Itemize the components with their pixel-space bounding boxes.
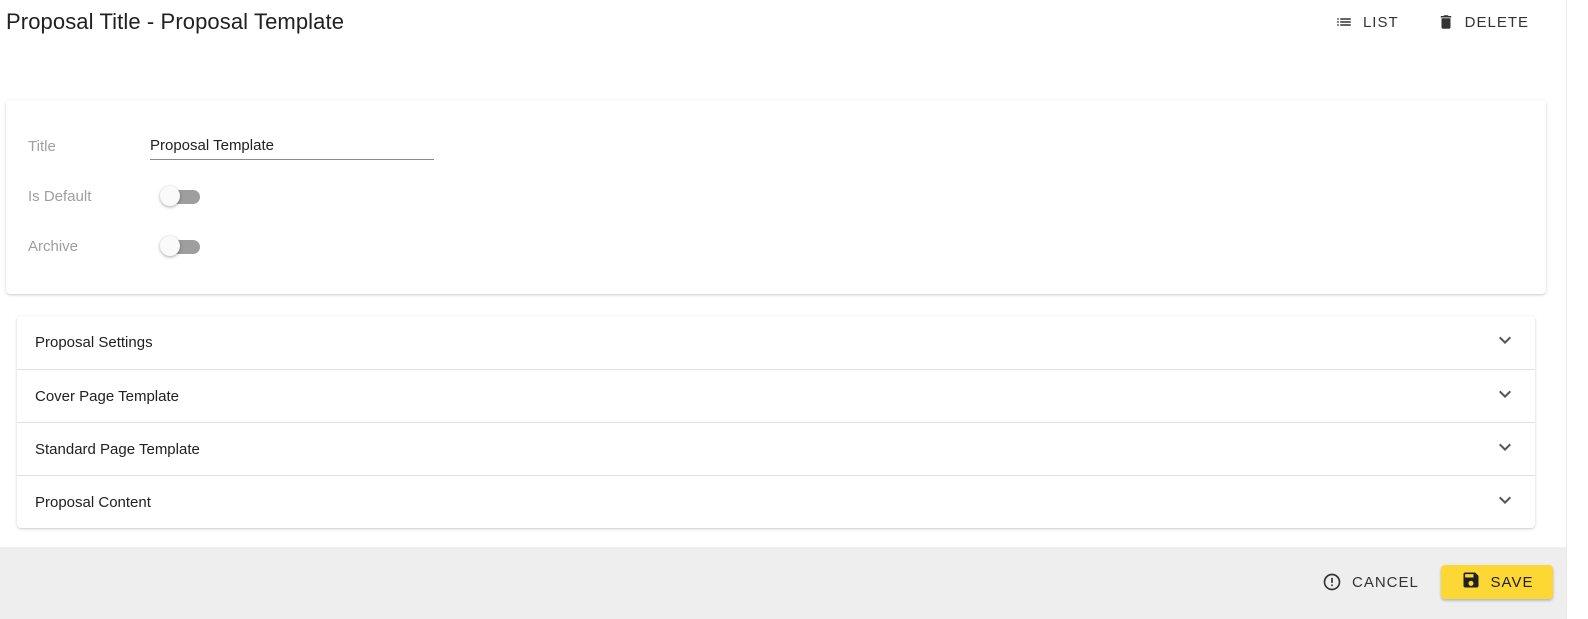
archive-row: Archive xyxy=(28,232,204,260)
cancel-button[interactable]: CANCEL xyxy=(1310,568,1431,596)
chevron-down-icon[interactable] xyxy=(1493,382,1517,411)
header-actions: LIST DELETE xyxy=(1323,8,1541,36)
list-button-label: LIST xyxy=(1362,13,1399,31)
chevron-down-icon[interactable] xyxy=(1493,328,1517,357)
page-scrollbar[interactable] xyxy=(1566,0,1588,619)
delete-button-label: DELETE xyxy=(1464,13,1529,31)
chevron-down-icon[interactable] xyxy=(1493,435,1517,464)
section-proposal-content[interactable]: Proposal Content xyxy=(17,475,1535,528)
list-icon xyxy=(1335,13,1353,31)
proposal-template-page: Proposal Title - Proposal Template LIST … xyxy=(0,0,1566,619)
template-details-card: Title Is Default Archive xyxy=(6,100,1546,294)
section-proposal-settings[interactable]: Proposal Settings xyxy=(17,316,1535,369)
title-input[interactable] xyxy=(150,132,434,160)
archive-toggle-thumb xyxy=(160,236,180,256)
section-title: Proposal Settings xyxy=(35,334,153,351)
trash-icon xyxy=(1437,13,1455,31)
save-button-label: SAVE xyxy=(1490,573,1534,591)
floppy-disk-icon xyxy=(1461,570,1481,594)
archive-label: Archive xyxy=(28,237,79,255)
section-title: Cover Page Template xyxy=(35,387,179,405)
chevron-down-icon[interactable] xyxy=(1493,488,1517,517)
section-title: Proposal Content xyxy=(35,493,151,511)
cancel-button-label: CANCEL xyxy=(1352,573,1419,591)
title-label: Title xyxy=(28,137,56,155)
section-cover-page-template[interactable]: Cover Page Template xyxy=(17,369,1535,422)
title-row: Title xyxy=(28,132,434,160)
section-title: Standard Page Template xyxy=(35,440,200,458)
is-default-label: Is Default xyxy=(28,187,92,205)
is-default-row: Is Default xyxy=(28,182,204,210)
delete-button[interactable]: DELETE xyxy=(1425,8,1541,36)
archive-toggle[interactable] xyxy=(158,234,204,258)
page-title: Proposal Title - Proposal Template xyxy=(6,9,345,34)
is-default-toggle-thumb xyxy=(160,186,180,206)
save-button[interactable]: SAVE xyxy=(1441,565,1553,599)
section-standard-page-template[interactable]: Standard Page Template xyxy=(17,422,1535,475)
form-action-bar: CANCEL SAVE xyxy=(0,547,1566,619)
is-default-toggle[interactable] xyxy=(158,184,204,208)
template-sections-accordion: Proposal Settings Cover Page Template St… xyxy=(17,316,1535,528)
alert-circle-icon xyxy=(1322,572,1342,592)
list-button[interactable]: LIST xyxy=(1323,8,1411,36)
